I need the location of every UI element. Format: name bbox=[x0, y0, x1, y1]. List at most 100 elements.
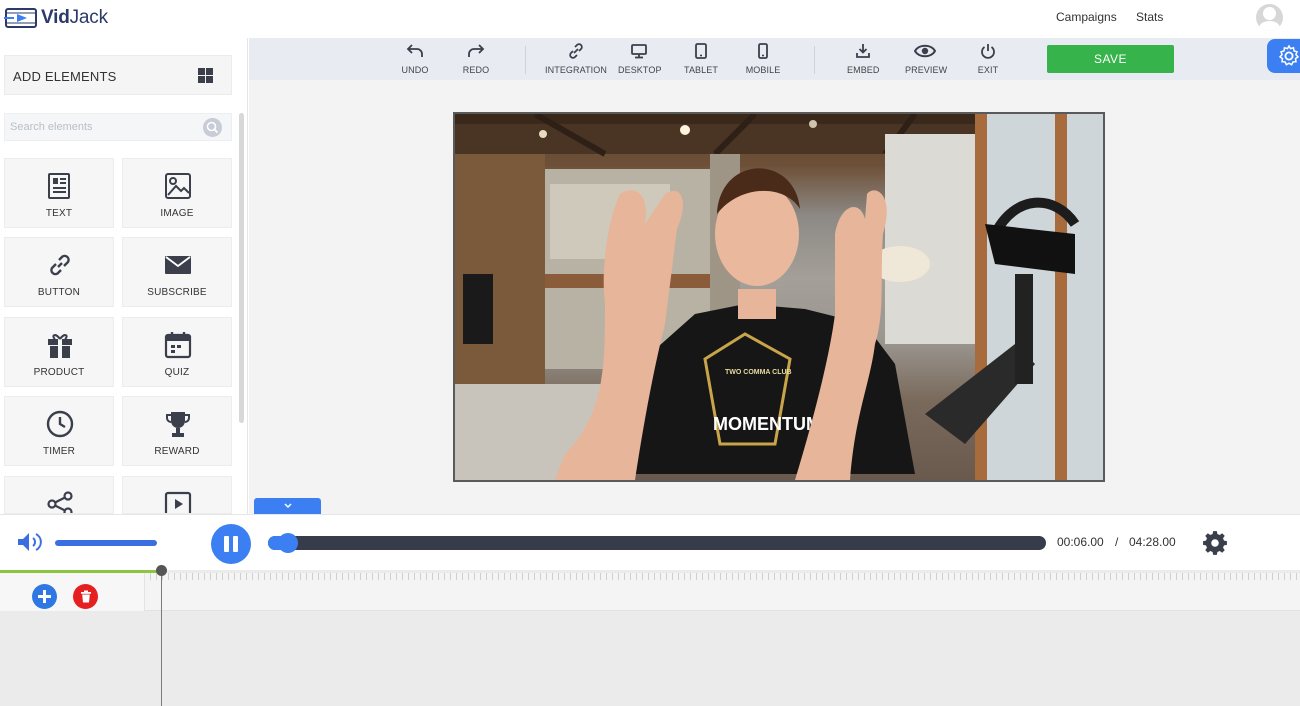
save-button[interactable]: SAVE bbox=[1047, 45, 1174, 73]
integration-label: INTEGRATION bbox=[545, 65, 607, 75]
grid-view-icon[interactable] bbox=[198, 68, 213, 83]
power-icon bbox=[981, 44, 995, 59]
text-icon bbox=[48, 173, 70, 199]
exit-button[interactable]: EXIT bbox=[976, 42, 1000, 75]
vidjack-logo[interactable]: VidJack bbox=[4, 6, 108, 30]
element-label: TIMER bbox=[42, 446, 76, 457]
calendar-icon bbox=[164, 332, 192, 359]
toolbar-divider bbox=[525, 46, 526, 74]
redo-icon bbox=[468, 44, 485, 57]
top-bar: VidJack Campaigns Stats bbox=[0, 0, 1300, 38]
gear-icon bbox=[1278, 44, 1300, 66]
element-video[interactable] bbox=[122, 476, 232, 514]
gift-icon bbox=[48, 334, 72, 358]
tablet-label: TABLET bbox=[684, 65, 718, 75]
shirt-top-text: TWO COMMA CLUB bbox=[725, 369, 792, 376]
element-share[interactable] bbox=[4, 476, 114, 514]
link-icon bbox=[50, 254, 70, 276]
element-label: SUBSCRIBE bbox=[147, 287, 207, 298]
avatar[interactable] bbox=[1256, 4, 1283, 31]
preview-button[interactable]: PREVIEW bbox=[905, 42, 948, 75]
share-icon bbox=[47, 491, 73, 513]
element-quiz[interactable]: QUIZ bbox=[122, 317, 232, 387]
pause-button[interactable] bbox=[211, 524, 251, 564]
tablet-icon bbox=[695, 43, 707, 59]
playhead-line bbox=[161, 570, 162, 706]
element-text[interactable]: TEXT bbox=[4, 158, 114, 228]
integration-button[interactable]: INTEGRATION bbox=[545, 42, 607, 75]
add-track-button[interactable] bbox=[32, 584, 57, 609]
image-icon bbox=[165, 173, 191, 199]
volume-slider[interactable] bbox=[55, 540, 157, 546]
element-product[interactable]: PRODUCT bbox=[4, 317, 114, 387]
element-image[interactable]: IMAGE bbox=[122, 158, 232, 228]
gear-icon[interactable] bbox=[1202, 530, 1228, 556]
settings-panel-toggle[interactable] bbox=[1267, 39, 1300, 73]
trophy-icon bbox=[166, 412, 190, 437]
embed-button[interactable]: EMBED bbox=[847, 42, 879, 75]
sidebar-scrollbar[interactable] bbox=[239, 113, 244, 423]
volume-icon[interactable] bbox=[16, 530, 44, 554]
undo-button[interactable]: UNDO bbox=[400, 42, 430, 75]
embed-label: EMBED bbox=[847, 65, 880, 75]
search-input[interactable] bbox=[5, 114, 195, 140]
clock-icon bbox=[46, 410, 74, 438]
editor-canvas: MOMENTUM TWO COMMA CLUB bbox=[249, 80, 1300, 514]
element-label: BUTTON bbox=[37, 287, 81, 298]
link-icon bbox=[569, 43, 583, 59]
eye-icon bbox=[914, 44, 936, 58]
duration: 04:28.00 bbox=[1129, 535, 1176, 549]
search-box bbox=[4, 113, 232, 141]
tablet-view-button[interactable]: TABLET bbox=[683, 42, 719, 75]
shirt-text: MOMENTUM bbox=[713, 414, 821, 434]
video-play-icon bbox=[164, 491, 192, 513]
element-subscribe[interactable]: SUBSCRIBE bbox=[122, 237, 232, 307]
playhead-handle[interactable] bbox=[156, 565, 167, 576]
undo-label: UNDO bbox=[401, 65, 429, 75]
download-icon bbox=[856, 44, 870, 58]
current-time: 00:06.00 bbox=[1057, 535, 1104, 549]
add-elements-title: ADD ELEMENTS bbox=[13, 69, 117, 84]
element-label: IMAGE bbox=[160, 208, 194, 219]
player-controls: 00:06.00 / 04:28.00 bbox=[0, 514, 1300, 570]
timeline bbox=[0, 565, 1300, 706]
video-player[interactable]: MOMENTUM TWO COMMA CLUB bbox=[453, 112, 1105, 482]
element-label: QUIZ bbox=[164, 367, 190, 378]
element-label: TEXT bbox=[45, 208, 73, 219]
delete-track-button[interactable] bbox=[73, 584, 98, 609]
mobile-view-button[interactable]: MOBILE bbox=[745, 42, 781, 75]
mobile-icon bbox=[758, 43, 768, 59]
desktop-view-button[interactable]: DESKTOP bbox=[618, 42, 662, 75]
collapse-timeline-tab[interactable] bbox=[254, 498, 321, 514]
timeline-ruler[interactable] bbox=[0, 573, 1300, 611]
editor-toolbar: UNDO REDO INTEGRATION DESKTOP TABLET MOB… bbox=[249, 38, 1300, 80]
mobile-label: MOBILE bbox=[745, 65, 781, 75]
trash-icon bbox=[80, 590, 91, 603]
video-frame-image: MOMENTUM TWO COMMA CLUB bbox=[455, 114, 1103, 480]
time-separator: / bbox=[1115, 535, 1119, 549]
preview-label: PREVIEW bbox=[905, 65, 948, 75]
redo-button[interactable]: REDO bbox=[461, 42, 491, 75]
element-button[interactable]: BUTTON bbox=[4, 237, 114, 307]
toolbar-divider bbox=[814, 46, 815, 74]
element-timer[interactable]: TIMER bbox=[4, 396, 114, 466]
element-label: PRODUCT bbox=[33, 367, 85, 378]
desktop-label: DESKTOP bbox=[618, 65, 662, 75]
brand-name: VidJack bbox=[41, 7, 108, 28]
element-label: REWARD bbox=[154, 446, 200, 457]
seek-handle[interactable] bbox=[278, 533, 298, 553]
seek-bar[interactable] bbox=[268, 533, 1046, 553]
envelope-icon bbox=[165, 256, 191, 274]
nav-stats[interactable]: Stats bbox=[1136, 10, 1163, 24]
add-elements-sidebar: ADD ELEMENTS TEXT IMAGE bbox=[0, 38, 248, 514]
nav-campaigns[interactable]: Campaigns bbox=[1056, 10, 1117, 24]
search-icon[interactable] bbox=[203, 118, 222, 137]
exit-label: EXIT bbox=[977, 65, 999, 75]
redo-label: REDO bbox=[462, 65, 490, 75]
element-reward[interactable]: REWARD bbox=[122, 396, 232, 466]
add-elements-header: ADD ELEMENTS bbox=[4, 55, 232, 95]
film-play-icon bbox=[4, 8, 37, 28]
undo-icon bbox=[406, 44, 423, 57]
chevron-down-icon bbox=[284, 503, 292, 509]
desktop-icon bbox=[631, 44, 647, 59]
